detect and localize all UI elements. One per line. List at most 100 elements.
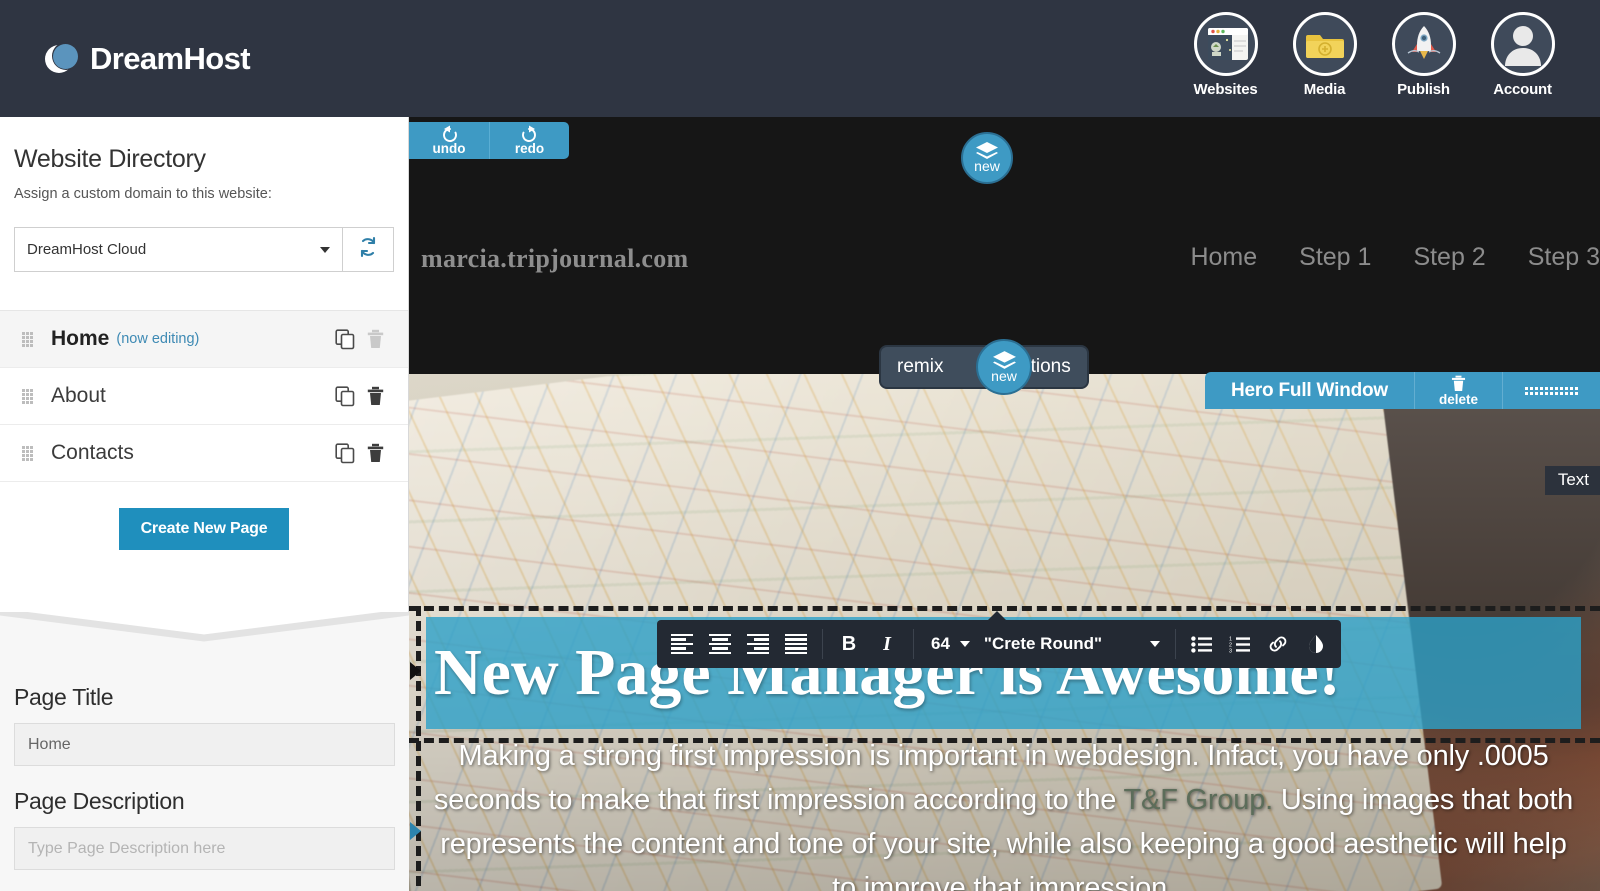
new-label: new xyxy=(974,158,1000,174)
duplicate-icon[interactable] xyxy=(330,385,360,407)
duplicate-icon[interactable] xyxy=(330,328,360,350)
selection-handle-bottom-icon[interactable] xyxy=(410,822,421,840)
site-nav-step-2[interactable]: Step 2 xyxy=(1413,243,1485,272)
align-left-button[interactable] xyxy=(663,620,701,668)
font-family-select[interactable]: "Crete Round" xyxy=(976,634,1168,654)
align-center-icon xyxy=(709,633,731,655)
numbered-list-icon: 1 2 3 xyxy=(1229,636,1250,653)
nav-item-publish[interactable]: Publish xyxy=(1374,12,1473,98)
bold-button[interactable]: B xyxy=(830,620,868,668)
trash-icon[interactable] xyxy=(360,386,390,406)
page-description-input[interactable] xyxy=(14,827,395,870)
domain-select-value: DreamHost Cloud xyxy=(27,241,147,258)
new-label: new xyxy=(991,367,1017,384)
nav-label-account: Account xyxy=(1493,81,1552,98)
page-title-label: Page Title xyxy=(14,684,114,710)
remix-button[interactable]: remix xyxy=(897,356,943,378)
sidebar-header: Website Directory Assign a custom domain… xyxy=(0,117,408,202)
create-new-page-button[interactable]: Create New Page xyxy=(118,508,290,550)
page-description-label: Page Description xyxy=(14,788,185,814)
page-list-item-about[interactable]: About xyxy=(0,368,408,425)
align-left-icon xyxy=(671,633,693,655)
create-page-area: Create New Page xyxy=(0,508,408,550)
chevron-down-icon xyxy=(959,641,970,647)
toolbar-divider xyxy=(822,629,823,659)
toolbar-divider xyxy=(913,629,914,659)
nav-item-account[interactable]: Account xyxy=(1473,12,1572,98)
undo-icon xyxy=(442,125,457,142)
sync-refresh-icon xyxy=(355,234,381,265)
dreamhost-moon-logo-icon xyxy=(45,41,81,77)
hero-body-text[interactable]: Making a strong first impression is impo… xyxy=(426,734,1581,891)
rocket-icon xyxy=(1391,12,1456,76)
numbered-list-button[interactable]: 1 2 3 xyxy=(1221,620,1259,668)
website-canvas: marcia.tripjournal.com Home Step 1 Step … xyxy=(409,117,1600,891)
section-toolbar: Hero Full Window delete xyxy=(1204,372,1600,409)
text-element-tab[interactable]: Text xyxy=(1544,466,1600,495)
selection-handle-top-icon[interactable] xyxy=(410,662,421,680)
trash-icon[interactable] xyxy=(360,443,390,463)
undo-redo-toolbar: undo redo xyxy=(409,122,569,159)
trash-icon[interactable] xyxy=(360,329,390,349)
undo-button[interactable]: undo xyxy=(409,122,489,159)
align-right-icon xyxy=(747,633,769,655)
page-list: Home (now editing) About Contacts xyxy=(0,310,408,482)
drag-handle-icon[interactable] xyxy=(22,446,33,461)
add-section-middle-button[interactable]: new xyxy=(976,339,1032,395)
page-status: (now editing) xyxy=(116,331,200,347)
drag-handle-icon[interactable] xyxy=(22,332,33,347)
new-section-circle[interactable]: new xyxy=(961,132,1013,184)
sidebar-title: Website Directory xyxy=(14,145,206,173)
italic-button[interactable]: I xyxy=(868,620,906,668)
page-name: Home xyxy=(51,327,110,350)
chevron-down-icon xyxy=(1149,641,1160,647)
nav-label-websites: Websites xyxy=(1193,81,1258,98)
domain-select[interactable]: DreamHost Cloud xyxy=(14,227,343,272)
text-color-button[interactable] xyxy=(1297,620,1335,668)
add-section-top-button[interactable]: new xyxy=(961,132,1013,184)
font-size-select[interactable]: 64 xyxy=(921,634,976,654)
align-justify-icon xyxy=(785,633,807,655)
hero-body-link[interactable]: T&F Group. xyxy=(1124,784,1274,816)
chevron-down-icon xyxy=(320,246,330,253)
bold-label: B xyxy=(841,632,857,655)
section-delete-button[interactable]: delete xyxy=(1414,372,1502,409)
page-meta-panel: Page Title Page Description xyxy=(0,648,409,891)
browser-window-icon xyxy=(1193,12,1258,76)
section-drag-handle[interactable] xyxy=(1502,372,1600,409)
align-center-button[interactable] xyxy=(701,620,739,668)
new-section-circle[interactable]: new xyxy=(976,339,1032,395)
italic-label: I xyxy=(883,632,891,655)
page-list-item-contacts[interactable]: Contacts xyxy=(0,425,408,482)
page-name: Contacts xyxy=(51,441,134,464)
align-right-button[interactable] xyxy=(739,620,777,668)
page-list-item-home[interactable]: Home (now editing) xyxy=(0,311,408,368)
align-justify-button[interactable] xyxy=(777,620,815,668)
top-navigation: Websites Media Publish Account xyxy=(1176,12,1572,98)
drag-handle-icon[interactable] xyxy=(22,389,33,404)
domain-refresh-button[interactable] xyxy=(343,227,394,272)
duplicate-icon[interactable] xyxy=(330,442,360,464)
drag-dots-icon xyxy=(1525,386,1578,395)
site-nav-step-3[interactable]: Step 3 xyxy=(1528,243,1600,272)
redo-label: redo xyxy=(514,141,545,156)
brand-logo-area[interactable]: DreamHost xyxy=(45,41,251,77)
sidebar-subtitle: Assign a custom domain to this website: xyxy=(14,186,272,202)
redo-button[interactable]: redo xyxy=(489,122,569,159)
page-title-input[interactable] xyxy=(14,723,395,766)
top-header-bar: DreamHost Websites Media Publish Account xyxy=(0,0,1600,117)
link-button[interactable] xyxy=(1259,620,1297,668)
section-delete-label: delete xyxy=(1438,391,1479,407)
nav-item-websites[interactable]: Websites xyxy=(1176,12,1275,98)
bullet-list-button[interactable] xyxy=(1183,620,1221,668)
nav-item-media[interactable]: Media xyxy=(1275,12,1374,98)
site-nav-home[interactable]: Home xyxy=(1190,243,1257,272)
site-nav-step-1[interactable]: Step 1 xyxy=(1299,243,1371,272)
redo-icon xyxy=(522,125,536,142)
font-family-value: "Crete Round" xyxy=(983,634,1103,653)
domain-assign-row: DreamHost Cloud xyxy=(14,227,394,272)
text-format-toolbar: B I 64 "Crete Round" 1 2 3 xyxy=(657,611,1341,668)
folder-icon xyxy=(1292,12,1357,76)
toolbar-divider xyxy=(1174,629,1176,659)
trash-icon xyxy=(1451,375,1466,391)
